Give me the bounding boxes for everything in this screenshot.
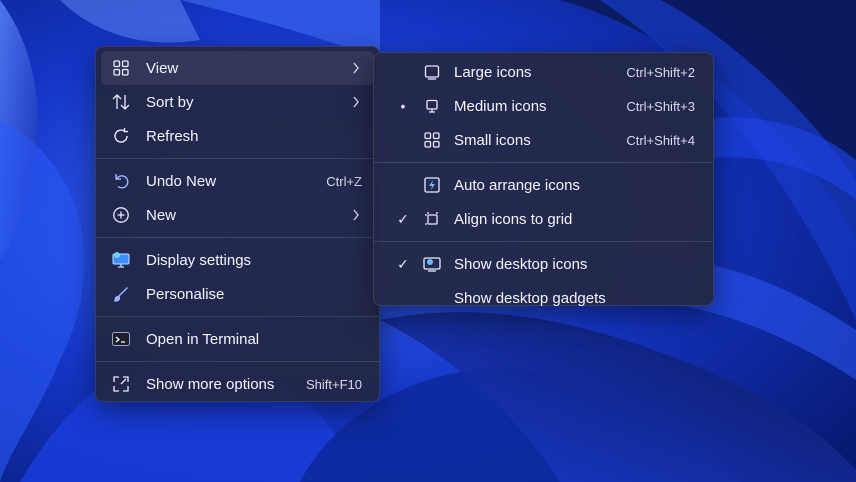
menu-item-refresh[interactable]: Refresh	[101, 119, 374, 153]
menu-item-sort-by[interactable]: Sort by	[101, 85, 374, 119]
menu-item-label: Large icons	[454, 63, 532, 81]
shortcut-text: Shift+F10	[305, 376, 362, 392]
check-mark-icon: ✓	[397, 255, 409, 272]
grid-four-icon	[111, 58, 131, 78]
medium-icons-icon	[422, 96, 442, 116]
menu-item-show-more-options[interactable]: Show more options Shift+F10	[101, 367, 374, 401]
menu-item-new[interactable]: New	[101, 198, 374, 232]
menu-item-label: View	[146, 59, 179, 77]
menu-item-label: Medium icons	[454, 97, 547, 115]
menu-item-label: Show desktop gadgets	[454, 289, 606, 307]
menu-item-label: Display settings	[146, 251, 252, 269]
chevron-right-icon	[350, 96, 362, 108]
undo-icon	[111, 171, 131, 191]
menu-item-label: Show desktop icons	[454, 255, 588, 273]
monitor-settings-icon	[111, 250, 131, 270]
menu-item-show-desktop-gadgets[interactable]: Show desktop gadgets	[378, 281, 709, 315]
check-mark-icon: ✓	[397, 210, 409, 227]
menu-item-label: Refresh	[146, 127, 199, 145]
menu-item-view[interactable]: View	[101, 51, 374, 85]
sort-arrows-icon	[111, 92, 131, 112]
brush-icon	[111, 284, 131, 304]
menu-separator	[96, 237, 379, 238]
desktop-icons-icon	[422, 254, 442, 274]
menu-item-medium-icons[interactable]: • Medium icons Ctrl+Shift+3	[378, 89, 709, 123]
chevron-right-icon	[350, 62, 362, 74]
menu-item-label: Auto arrange icons	[454, 176, 580, 194]
selection-mark	[392, 62, 414, 82]
chevron-right-icon	[350, 209, 362, 221]
menu-item-undo-new[interactable]: Undo New Ctrl+Z	[101, 164, 374, 198]
shortcut-text: Ctrl+Z	[326, 173, 362, 189]
refresh-icon	[111, 126, 131, 146]
blank-icon-slot	[422, 288, 442, 308]
menu-item-auto-arrange-icons[interactable]: Auto arrange icons	[378, 168, 709, 202]
selection-bullet: •	[400, 98, 406, 114]
menu-item-label: Sort by	[146, 93, 194, 111]
menu-item-open-in-terminal[interactable]: Open in Terminal	[101, 322, 374, 356]
menu-item-label: Align icons to grid	[454, 210, 573, 228]
menu-item-label: Undo New	[146, 172, 217, 190]
auto-arrange-icon	[422, 175, 442, 195]
menu-item-align-icons-to-grid[interactable]: ✓ Align icons to grid	[378, 202, 709, 236]
menu-item-show-desktop-icons[interactable]: ✓ Show desktop icons	[378, 247, 709, 281]
menu-item-small-icons[interactable]: Small icons Ctrl+Shift+4	[378, 123, 709, 157]
shortcut-text: Ctrl+Shift+2	[626, 64, 695, 80]
terminal-icon	[111, 329, 131, 349]
expand-icon	[111, 374, 131, 394]
menu-item-label: Show more options	[146, 375, 275, 393]
large-icons-icon	[422, 62, 442, 82]
view-submenu: Large icons Ctrl+Shift+2 • Medium icons …	[373, 52, 714, 307]
selection-mark	[392, 175, 414, 195]
shortcut-text: Ctrl+Shift+4	[626, 132, 695, 148]
menu-separator	[96, 361, 379, 362]
menu-item-label: New	[146, 206, 177, 224]
selection-mark	[392, 130, 414, 150]
menu-item-label: Open in Terminal	[146, 330, 260, 348]
selection-mark	[392, 288, 414, 308]
align-grid-icon	[422, 209, 442, 229]
menu-separator	[374, 162, 713, 163]
shortcut-text: Ctrl+Shift+3	[626, 98, 695, 114]
menu-item-large-icons[interactable]: Large icons Ctrl+Shift+2	[378, 55, 709, 89]
menu-item-display-settings[interactable]: Display settings	[101, 243, 374, 277]
small-icons-icon	[422, 130, 442, 150]
desktop-context-menu: View Sort by Refresh Undo New Ctrl+Z New	[95, 46, 380, 402]
menu-item-personalise[interactable]: Personalise	[101, 277, 374, 311]
menu-separator	[374, 241, 713, 242]
menu-item-label: Personalise	[146, 285, 225, 303]
menu-separator	[96, 316, 379, 317]
menu-separator	[96, 158, 379, 159]
plus-circle-icon	[111, 205, 131, 225]
menu-item-label: Small icons	[454, 131, 531, 149]
